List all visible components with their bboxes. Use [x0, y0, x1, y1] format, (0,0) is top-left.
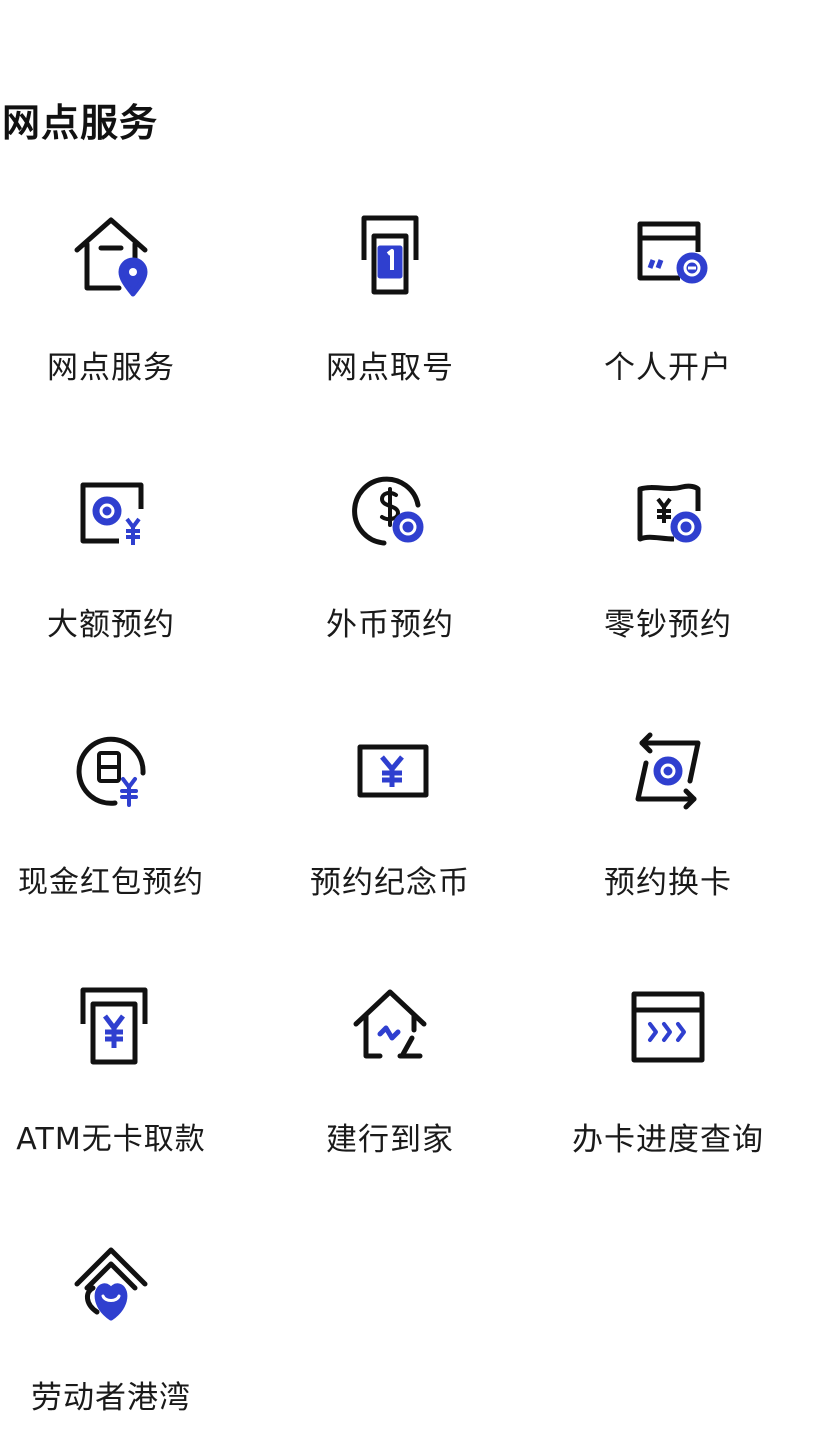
card-exchange-icon [620, 723, 716, 819]
service-small-change[interactable]: 零钞预约 [532, 465, 804, 665]
service-label: 大额预约 [47, 607, 175, 643]
cash-envelope-calendar-icon [63, 723, 159, 819]
section-title: 网点服务 [2, 101, 159, 145]
service-foreign-currency[interactable]: 外币预约 [254, 465, 526, 665]
service-home-delivery[interactable]: 建行到家 [254, 980, 526, 1180]
service-label: 零钞预约 [604, 607, 732, 643]
home-delivery-icon [342, 980, 438, 1076]
service-card-exchange[interactable]: 预约换卡 [532, 723, 804, 923]
card-add-icon [620, 208, 716, 304]
service-worker-harbor[interactable]: 劳动者港湾 [0, 1238, 247, 1438]
service-card-progress[interactable]: 办卡进度查询 [532, 980, 804, 1180]
service-label: 预约纪念币 [310, 865, 470, 901]
service-atm-cardless[interactable]: ATM无卡取款 [0, 980, 247, 1180]
service-branch[interactable]: 网点服务 [0, 208, 247, 408]
queue-ticket-icon [342, 208, 438, 304]
service-label: 现金红包预约 [18, 865, 204, 900]
service-label: 办卡进度查询 [572, 1122, 764, 1158]
service-label: 网点服务 [47, 350, 175, 386]
card-progress-icon [620, 980, 716, 1076]
small-change-clock-icon [620, 465, 716, 561]
service-cash-envelope[interactable]: 现金红包预约 [0, 723, 247, 923]
service-label: 劳动者港湾 [31, 1380, 191, 1416]
service-label: 个人开户 [604, 350, 732, 386]
worker-harbor-icon [63, 1238, 159, 1334]
service-label: ATM无卡取款 [16, 1122, 206, 1157]
service-label: 预约换卡 [604, 865, 732, 901]
service-label: 外币预约 [326, 607, 454, 643]
branch-location-icon [63, 208, 159, 304]
foreign-currency-clock-icon [342, 465, 438, 561]
commemorative-coin-icon [342, 723, 438, 819]
service-open-account[interactable]: 个人开户 [532, 208, 804, 408]
service-large-amount[interactable]: 大额预约 [0, 465, 247, 665]
service-queue[interactable]: 网点取号 [254, 208, 526, 408]
atm-cardless-icon [63, 980, 159, 1076]
service-commemorative-coin[interactable]: 预约纪念币 [254, 723, 526, 923]
large-amount-clock-icon [63, 465, 159, 561]
service-label: 建行到家 [326, 1122, 454, 1158]
service-label: 网点取号 [326, 350, 454, 386]
